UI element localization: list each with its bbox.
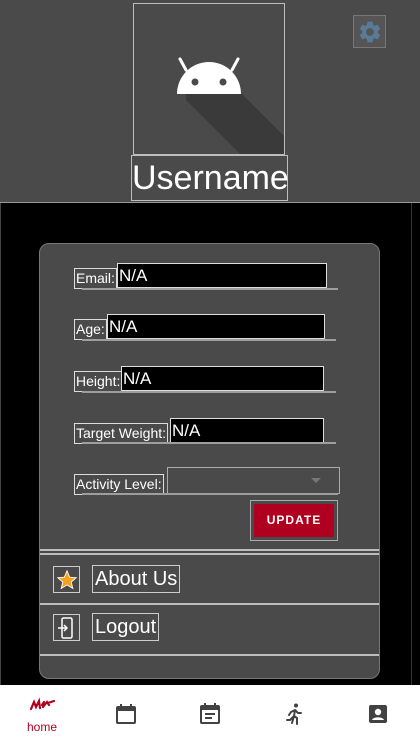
target-weight-label: Target Weight: [74, 423, 169, 444]
email-label: Email: [74, 268, 117, 289]
star-icon [56, 569, 77, 589]
divider [40, 549, 379, 551]
age-field[interactable]: N/A [107, 314, 325, 339]
activity-level-select[interactable] [167, 467, 340, 494]
username-label: Username [131, 155, 289, 201]
nav-activity[interactable] [252, 685, 336, 745]
logout-icon [57, 616, 73, 639]
nav-schedule[interactable] [168, 685, 252, 745]
contact-icon [369, 705, 387, 723]
profile-header: Username [0, 0, 420, 203]
update-button[interactable]: UPDATE [250, 500, 338, 541]
logout-link[interactable]: Logout [92, 613, 160, 641]
age-label: Age: [74, 319, 107, 340]
email-field[interactable]: N/A [117, 263, 327, 288]
divider [411, 203, 412, 685]
about-us-icon-box[interactable] [53, 566, 80, 593]
divider [40, 603, 379, 605]
divider [40, 654, 379, 656]
android-icon [177, 57, 284, 154]
profile-card [39, 243, 380, 679]
target-weight-underline [82, 442, 336, 444]
divider [0, 203, 1, 685]
settings-button[interactable] [353, 15, 386, 48]
nav-profile[interactable] [336, 685, 420, 745]
height-underline [82, 391, 336, 393]
calendar-icon [116, 704, 136, 724]
activity-level-label: Activity Level: [74, 474, 164, 495]
gear-icon [359, 21, 380, 42]
nav-home-label: home [26, 720, 58, 734]
logout-icon-box[interactable] [53, 614, 80, 641]
home-icon [29, 697, 56, 711]
nav-home[interactable]: home [0, 685, 84, 745]
event-note-icon [200, 703, 220, 724]
height-label: Height: [74, 371, 123, 392]
height-field[interactable]: N/A [121, 366, 324, 391]
activity-underline [82, 493, 338, 495]
about-us-link[interactable]: About Us [92, 565, 181, 593]
bottom-navigation: home [0, 685, 420, 745]
divider [40, 553, 379, 555]
update-button-label: UPDATE [254, 504, 334, 537]
chevron-down-icon [311, 478, 321, 483]
target-weight-field[interactable]: N/A [170, 418, 324, 443]
nav-calendar[interactable] [84, 685, 168, 745]
email-underline [82, 288, 338, 290]
age-underline [82, 339, 336, 341]
avatar[interactable] [133, 3, 285, 155]
running-icon [286, 703, 302, 725]
